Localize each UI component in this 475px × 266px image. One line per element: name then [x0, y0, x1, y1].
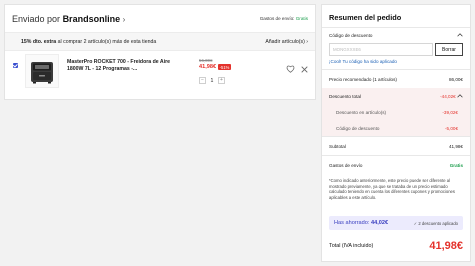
- chevron-right-icon: ›: [122, 14, 126, 24]
- discount-code-label: Código de descuento: [329, 32, 373, 38]
- total-discount-label: Descuento total: [329, 93, 361, 99]
- seller-prefix: Enviado por: [12, 13, 61, 24]
- total-row: Total (IVA incluido) 41,98€: [329, 234, 463, 258]
- item-select-checkbox[interactable]: [13, 63, 18, 68]
- price-block: 56,00€ 41,98€ -51%: [199, 58, 259, 70]
- air-fryer-image: [31, 62, 53, 84]
- total-value: 41,98€: [429, 240, 463, 252]
- checkout-page: Enviado por Brandsonline › Gastos de env…: [0, 0, 475, 266]
- savings-label: Has ahorrado: 44,02€: [334, 220, 388, 226]
- seller-link[interactable]: Enviado por Brandsonline ›: [12, 14, 125, 24]
- seller-header: Enviado por Brandsonline › Gastos de env…: [5, 5, 315, 33]
- discount-code-input[interactable]: [329, 43, 433, 56]
- code-applied-message: ¡Cool! Tu código ha sido aplicado: [329, 59, 397, 64]
- order-summary-panel: Resumen del pedido Código de descuento B…: [321, 4, 471, 262]
- old-price: 56,00€: [199, 58, 213, 63]
- total-discount-value: -44,02€: [440, 93, 456, 99]
- remove-code-button[interactable]: Borrar: [435, 43, 463, 56]
- savings-box: Has ahorrado: 44,02€ ✓ 2 descuento aplic…: [329, 216, 463, 230]
- seller-shipping-fee: Gastos de envío: Gratis: [260, 16, 308, 21]
- subtotal-row: Subtotal 41,98€: [329, 137, 463, 155]
- item-discount-value: -39,02€: [442, 109, 458, 115]
- quantity-stepper: − 1 +: [199, 77, 225, 84]
- recommended-price-value: 86,00€: [448, 76, 463, 82]
- seller-shipping-label: Gastos de envío:: [259, 16, 295, 21]
- subtotal-value: 41,98€: [448, 143, 463, 149]
- seller-name: Brandsonline: [62, 13, 121, 24]
- promo-text: 15% dto. extra al comprar 2 artículo(s) …: [21, 39, 156, 45]
- new-price: 41,98€: [199, 64, 217, 70]
- summary-title: Resumen del pedido: [329, 13, 402, 22]
- price-disclaimer-note: *Como indicado anteriormente, este preci…: [329, 178, 455, 200]
- shipping-row: Gastos de envío Gratis: [329, 156, 463, 174]
- shipping-value: Gratis: [449, 162, 463, 168]
- wishlist-heart-icon[interactable]: [286, 60, 295, 78]
- store-promo-bar: 15% dto. extra al comprar 2 artículo(s) …: [5, 33, 315, 51]
- new-price-row: 41,98€ -51%: [199, 64, 259, 70]
- subtotal-label: Subtotal: [329, 143, 346, 149]
- product-title[interactable]: MasterPro ROCKET 700 - Freidora de Aire …: [67, 59, 182, 73]
- discounts-applied-note: ✓ 2 descuento aplicado: [413, 220, 458, 226]
- product-image[interactable]: [25, 54, 59, 88]
- total-discount-row[interactable]: Descuento total -44,02€: [322, 88, 470, 104]
- quantity-value: 1: [210, 77, 214, 84]
- code-discount-value: -5,00€: [444, 125, 458, 131]
- decrease-quantity-button[interactable]: −: [199, 77, 206, 84]
- cart-panel: Enviado por Brandsonline › Gastos de env…: [4, 4, 316, 100]
- discount-badge: -51%: [218, 64, 231, 70]
- savings-amount: 44,02€: [371, 220, 389, 226]
- chevron-up-icon: [457, 32, 463, 38]
- item-discount-label: Descuento en artículo(s): [336, 109, 387, 115]
- savings-prefix: Has ahorrado:: [334, 220, 370, 226]
- recommended-price-label: Precio recomendado (1 artículos): [329, 76, 397, 82]
- code-discount-label: Código de descuento: [336, 125, 380, 131]
- remove-item-icon[interactable]: [301, 60, 308, 78]
- seller-shipping-value: Gratis: [295, 16, 308, 21]
- item-discount-row: Descuento en artículo(s) -39,02€: [322, 104, 470, 120]
- promo-text-rest: al comprar 2 artículo(s) más de esta tie…: [56, 38, 157, 45]
- promo-text-bold: 15% dto. extra: [21, 38, 57, 45]
- discount-code-toggle[interactable]: Código de descuento: [329, 28, 463, 42]
- add-items-link[interactable]: Añadir artículo(s) ›: [265, 39, 308, 45]
- increase-quantity-button[interactable]: +: [218, 77, 225, 84]
- total-label: Total (IVA incluido): [329, 243, 374, 249]
- code-discount-row: Código de descuento -5,00€: [322, 120, 470, 136]
- cart-item: MasterPro ROCKET 700 - Freidora de Aire …: [5, 51, 315, 95]
- total-discount-value-group: -44,02€: [440, 94, 463, 99]
- chevron-up-icon: [457, 93, 463, 99]
- recommended-price-row: Precio recomendado (1 artículos) 86,00€: [329, 70, 463, 88]
- discount-code-row: Borrar: [329, 43, 463, 56]
- shipping-label: Gastos de envío: [329, 162, 363, 168]
